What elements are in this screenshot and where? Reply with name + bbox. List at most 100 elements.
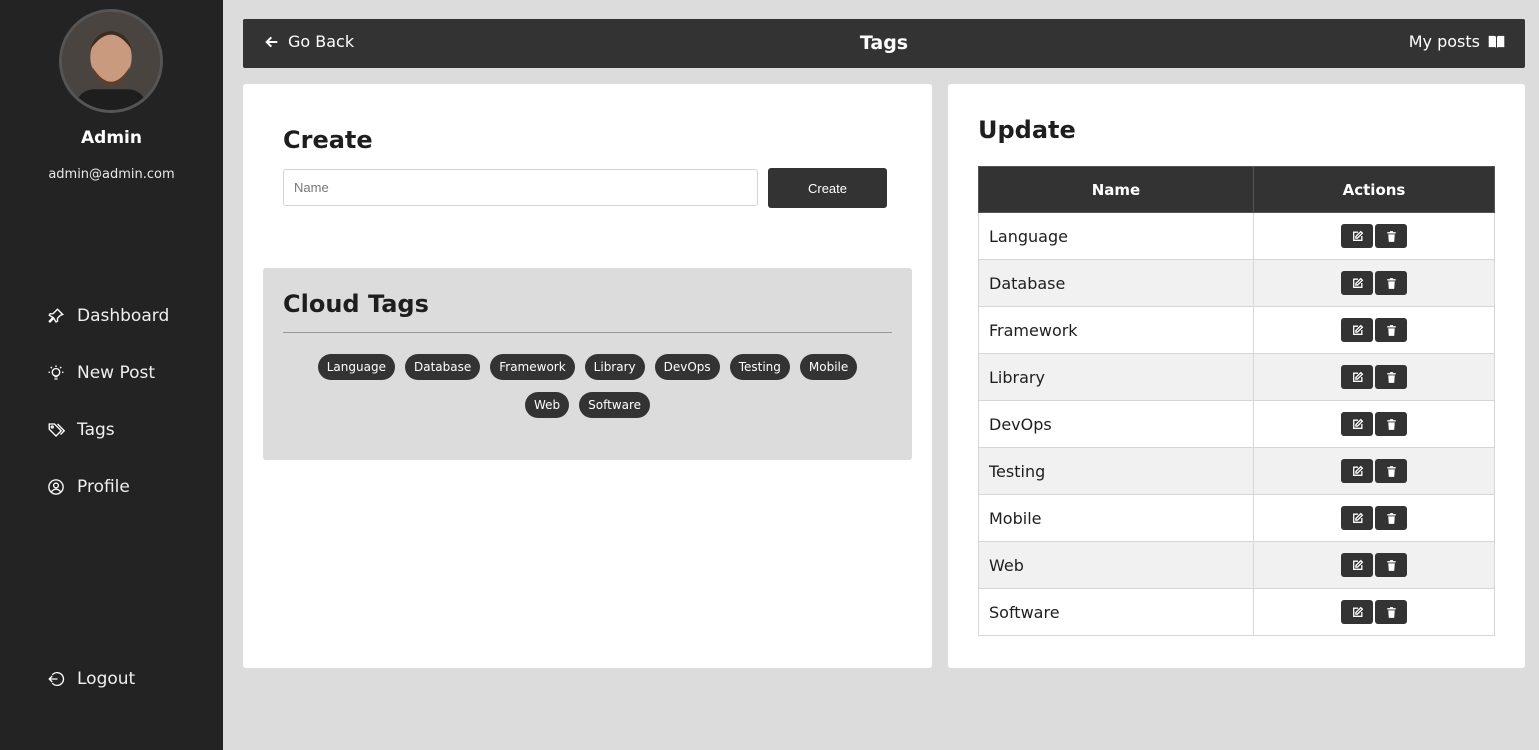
tag-name-cell: Language — [978, 212, 1254, 260]
tag-pill[interactable]: Database — [404, 354, 481, 380]
create-title: Create — [283, 126, 373, 154]
tag-pill[interactable]: Testing — [729, 354, 790, 380]
table-row: Database — [978, 259, 1495, 307]
edit-icon — [1352, 277, 1363, 288]
edit-button[interactable] — [1341, 600, 1373, 624]
trash-icon — [1386, 465, 1396, 477]
tag-name-cell: Testing — [978, 447, 1254, 495]
logout-button[interactable]: Logout — [47, 667, 135, 691]
tag-pill[interactable]: Software — [579, 392, 651, 418]
edit-icon — [1352, 230, 1363, 241]
nav-tags-label: Tags — [77, 420, 115, 440]
actions-cell — [1253, 353, 1495, 401]
create-card: Create Create Cloud Tags Language Databa… — [243, 84, 932, 668]
tag-name-cell: DevOps — [978, 400, 1254, 448]
edit-icon — [1352, 418, 1363, 429]
table-row: Framework — [978, 306, 1495, 354]
my-posts-label: My posts — [1408, 32, 1480, 51]
cloud-tags-title: Cloud Tags — [283, 290, 429, 318]
trash-icon — [1386, 324, 1396, 336]
user-circle-icon — [48, 479, 64, 495]
nav-dashboard-label: Dashboard — [77, 306, 170, 326]
tag-name-cell: Framework — [978, 306, 1254, 354]
table-row: Software — [978, 588, 1495, 636]
pin-icon — [48, 308, 64, 323]
nav-new-post[interactable]: New Post — [47, 361, 155, 385]
table-row: Testing — [978, 447, 1495, 495]
trash-icon — [1386, 559, 1396, 571]
actions-cell — [1253, 259, 1495, 307]
header-bar: Go Back Tags My posts — [243, 19, 1525, 68]
actions-cell — [1253, 541, 1495, 589]
tag-name-cell: Database — [978, 259, 1254, 307]
edit-icon — [1352, 324, 1363, 335]
delete-button[interactable] — [1375, 318, 1407, 342]
cloud-tags-panel: Cloud Tags Language Database Framework L… — [263, 268, 912, 460]
edit-button[interactable] — [1341, 365, 1373, 389]
edit-button[interactable] — [1341, 553, 1373, 577]
nav-profile[interactable]: Profile — [47, 475, 130, 499]
delete-button[interactable] — [1375, 224, 1407, 248]
tag-pill[interactable]: Language — [317, 354, 395, 380]
logout-label: Logout — [77, 669, 136, 689]
edit-icon — [1352, 465, 1363, 476]
edit-button[interactable] — [1341, 224, 1373, 248]
go-back-button[interactable]: Go Back — [264, 32, 354, 51]
book-open-icon — [1488, 35, 1505, 48]
edit-button[interactable] — [1341, 506, 1373, 530]
edit-icon — [1352, 559, 1363, 570]
tag-pill[interactable]: Web — [524, 392, 570, 418]
edit-button[interactable] — [1341, 459, 1373, 483]
delete-button[interactable] — [1375, 553, 1407, 577]
divider — [283, 332, 892, 333]
delete-button[interactable] — [1375, 600, 1407, 624]
my-posts-button[interactable]: My posts — [1409, 32, 1505, 51]
tag-name-cell: Web — [978, 541, 1254, 589]
actions-cell — [1253, 588, 1495, 636]
actions-cell — [1253, 212, 1495, 260]
tag-pill[interactable]: Framework — [490, 354, 575, 380]
table-header-row: Name Actions — [978, 166, 1495, 213]
table-row: Language — [978, 212, 1495, 260]
actions-cell — [1253, 447, 1495, 495]
trash-icon — [1386, 371, 1396, 383]
nav-dashboard[interactable]: Dashboard — [47, 304, 169, 328]
arrow-left-icon — [265, 36, 278, 47]
delete-button[interactable] — [1375, 506, 1407, 530]
tags-table: Name Actions Language Database Framework Li… — [978, 166, 1495, 636]
tag-name-cell: Software — [978, 588, 1254, 636]
edit-button[interactable] — [1341, 412, 1373, 436]
tags-icon — [48, 423, 65, 437]
delete-button[interactable] — [1375, 412, 1407, 436]
delete-button[interactable] — [1375, 459, 1407, 483]
edit-icon — [1352, 512, 1363, 523]
delete-button[interactable] — [1375, 271, 1407, 295]
edit-icon — [1352, 371, 1363, 382]
create-button[interactable]: Create — [768, 168, 887, 208]
edit-button[interactable] — [1341, 318, 1373, 342]
edit-icon — [1352, 606, 1363, 617]
table-row: Mobile — [978, 494, 1495, 542]
delete-button[interactable] — [1375, 365, 1407, 389]
nav-new-post-label: New Post — [77, 363, 156, 383]
actions-cell — [1253, 400, 1495, 448]
table-row: Library — [978, 353, 1495, 401]
trash-icon — [1386, 512, 1396, 524]
page-title: Tags — [859, 32, 909, 54]
tag-pill[interactable]: Mobile — [799, 354, 858, 380]
actions-cell — [1253, 494, 1495, 542]
column-header-name: Name — [978, 166, 1254, 213]
update-card: Update Name Actions Language Database Fram… — [948, 84, 1525, 668]
sidebar: Admin admin@admin.com Dashboard New Post… — [0, 0, 223, 750]
tag-pill[interactable]: Library — [584, 354, 645, 380]
tag-name-input[interactable] — [283, 169, 758, 206]
update-title: Update — [978, 116, 1076, 144]
nav-tags[interactable]: Tags — [47, 418, 115, 442]
trash-icon — [1386, 606, 1396, 618]
nav-profile-label: Profile — [77, 477, 130, 497]
edit-button[interactable] — [1341, 271, 1373, 295]
user-email: admin@admin.com — [48, 167, 175, 182]
go-back-label: Go Back — [288, 32, 355, 51]
tag-pill[interactable]: DevOps — [654, 354, 720, 380]
lightbulb-icon — [48, 365, 64, 380]
